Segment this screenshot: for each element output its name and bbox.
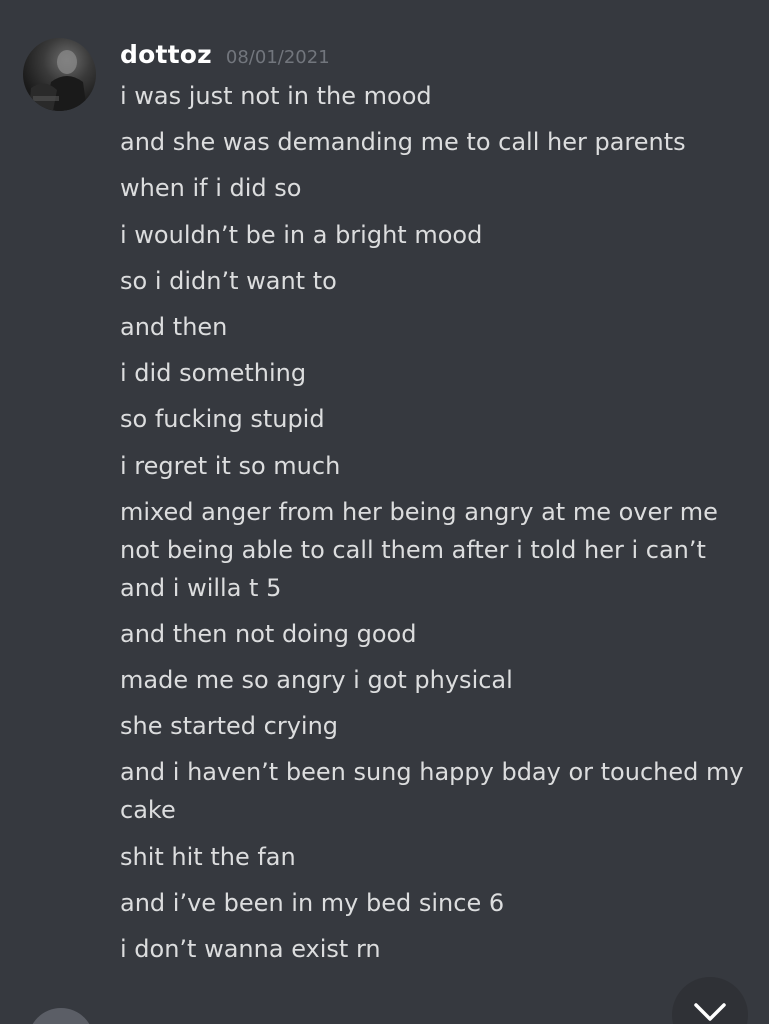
message-line: mixed anger from her being angry at me o…	[120, 497, 718, 602]
message-line: made me so angry i got physical	[120, 666, 513, 695]
next-message-avatar[interactable]	[28, 1008, 94, 1024]
avatar-image	[29, 50, 87, 111]
message-line: i regret it so much	[120, 451, 341, 480]
next-message-author-partial	[120, 1012, 132, 1024]
message-line: shit hit the fan	[120, 842, 296, 871]
message-line: when if i did so	[120, 174, 302, 203]
message-line: and then	[120, 312, 228, 341]
message-line: i did something	[120, 359, 307, 388]
timestamp: 08/01/2021	[225, 47, 330, 68]
message-line: and i’ve been in my bed since 6	[120, 888, 505, 917]
message-line: and i haven’t been sung happy bday or to…	[120, 758, 744, 825]
message-line: and she was demanding me to call her par…	[120, 128, 686, 157]
user-avatar[interactable]	[23, 38, 96, 111]
message-line: i don’t wanna exist rn	[120, 935, 381, 963]
chevron-down-icon	[694, 1003, 726, 1021]
message-line: i wouldn’t be in a bright mood	[120, 220, 483, 249]
message-line: she started crying	[120, 712, 339, 741]
message-line: i was just not in the mood	[120, 82, 432, 110]
chat-screen: dottoz 08/01/2021 i was just not in the …	[0, 0, 769, 1024]
message-line: and then not doing good	[120, 619, 417, 648]
jump-to-present-button[interactable]	[672, 977, 748, 1024]
message-line: so i didn’t want to	[120, 266, 337, 295]
message-line: so fucking stupid	[120, 405, 325, 434]
message-header: dottoz 08/01/2021	[120, 40, 330, 76]
message-lines: i was just not in the mood and she was d…	[120, 77, 750, 976]
username[interactable]: dottoz	[120, 40, 212, 69]
